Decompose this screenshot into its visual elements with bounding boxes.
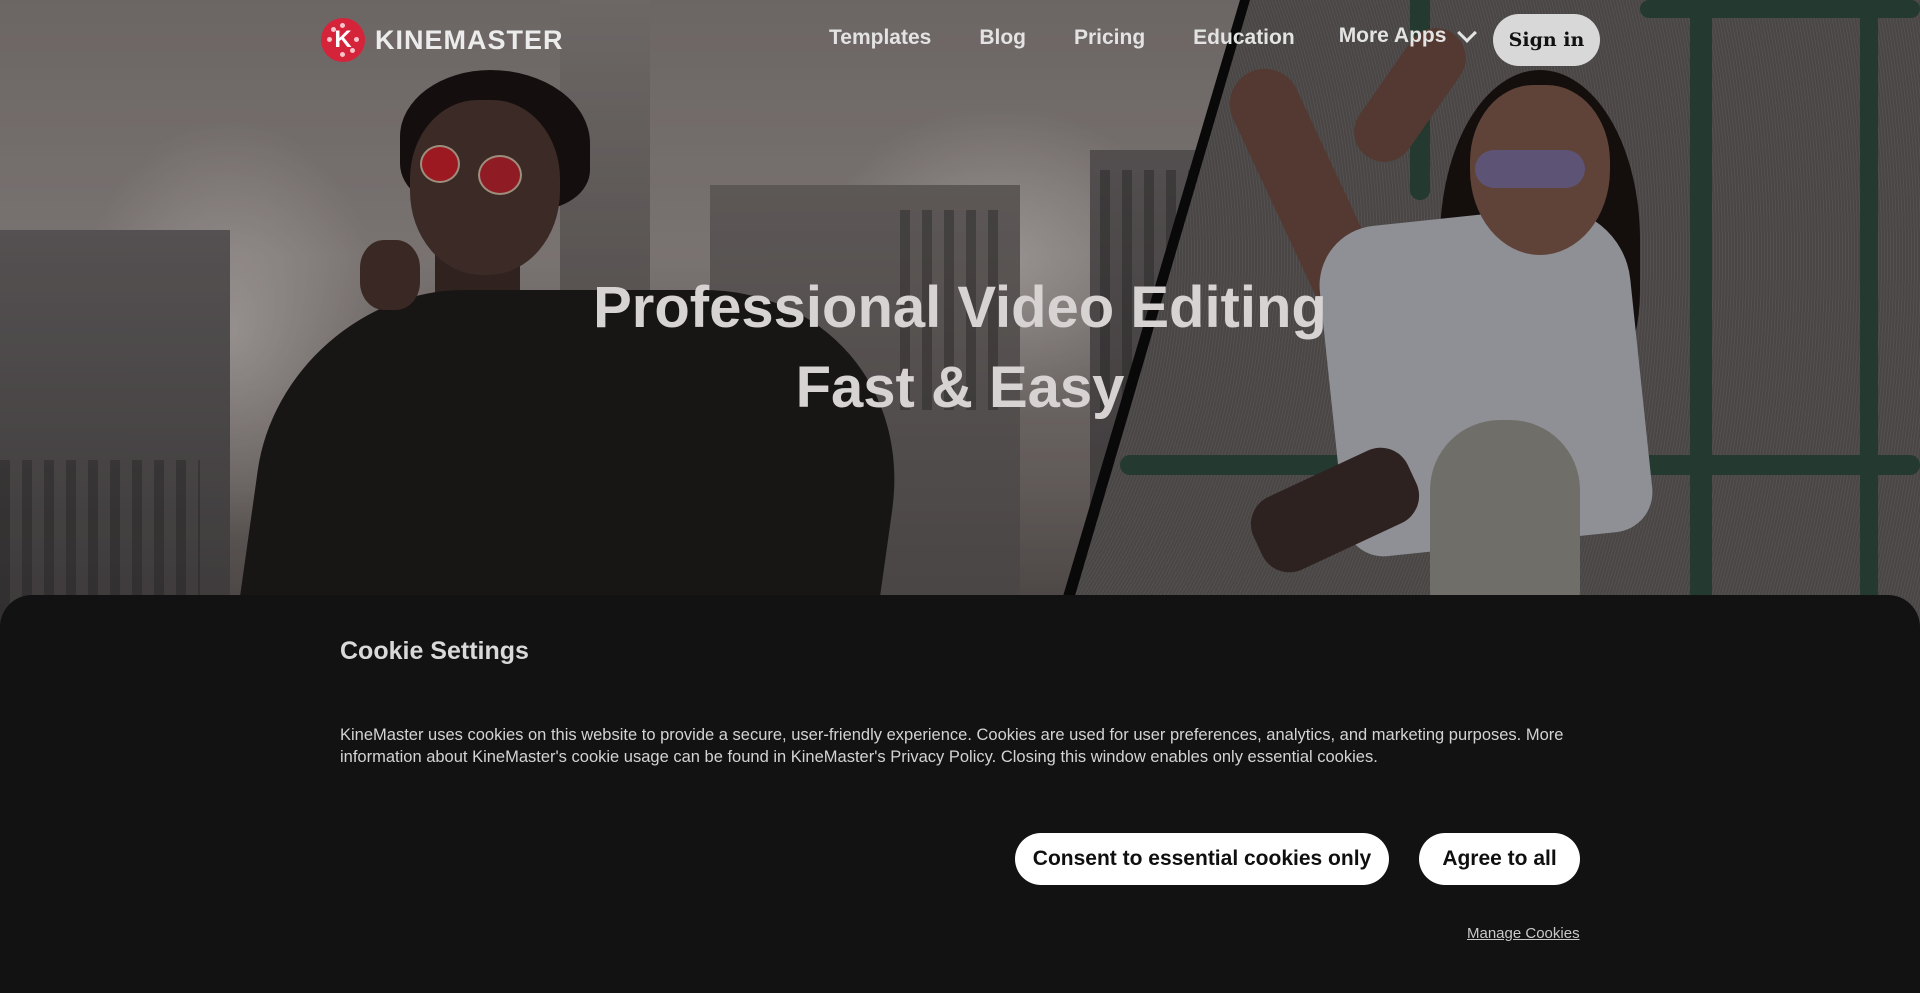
sign-in-button[interactable]: Sign in bbox=[1493, 14, 1600, 66]
agree-to-all-button[interactable]: Agree to all bbox=[1419, 833, 1580, 885]
hero-title-line2: Fast & Easy bbox=[795, 355, 1125, 420]
kinemaster-logo-icon: K bbox=[321, 18, 365, 62]
nav-links: Templates Blog Pricing Education More Ap… bbox=[829, 23, 1478, 50]
top-navigation: K KINEMASTER Templates Blog Pricing Educ… bbox=[0, 0, 1920, 80]
cookie-settings-title: Cookie Settings bbox=[340, 637, 529, 665]
consent-essential-cookies-button[interactable]: Consent to essential cookies only bbox=[1015, 833, 1389, 885]
chevron-down-icon bbox=[1457, 23, 1478, 43]
more-apps-dropdown[interactable]: More Apps bbox=[1338, 23, 1478, 48]
manage-cookies-link[interactable]: Manage Cookies bbox=[1467, 925, 1580, 942]
cookie-settings-panel: Cookie Settings KineMaster uses cookies … bbox=[0, 595, 1920, 993]
logo-text: KINEMASTER bbox=[375, 24, 564, 55]
nav-link-pricing[interactable]: Pricing bbox=[1074, 26, 1145, 50]
nav-link-blog[interactable]: Blog bbox=[979, 26, 1026, 50]
cookie-description: KineMaster uses cookies on this website … bbox=[340, 726, 1564, 766]
nav-link-education[interactable]: Education bbox=[1193, 26, 1295, 50]
logo[interactable]: K KINEMASTER bbox=[321, 18, 564, 62]
more-apps-label: More Apps bbox=[1338, 24, 1447, 47]
hero-banner: Professional Video Editing Fast & Easy bbox=[0, 0, 1920, 640]
hero-title: Professional Video Editing Fast & Easy bbox=[0, 268, 1920, 428]
nav-link-templates[interactable]: Templates bbox=[829, 26, 931, 50]
hero-title-line1: Professional Video Editing bbox=[593, 275, 1327, 340]
